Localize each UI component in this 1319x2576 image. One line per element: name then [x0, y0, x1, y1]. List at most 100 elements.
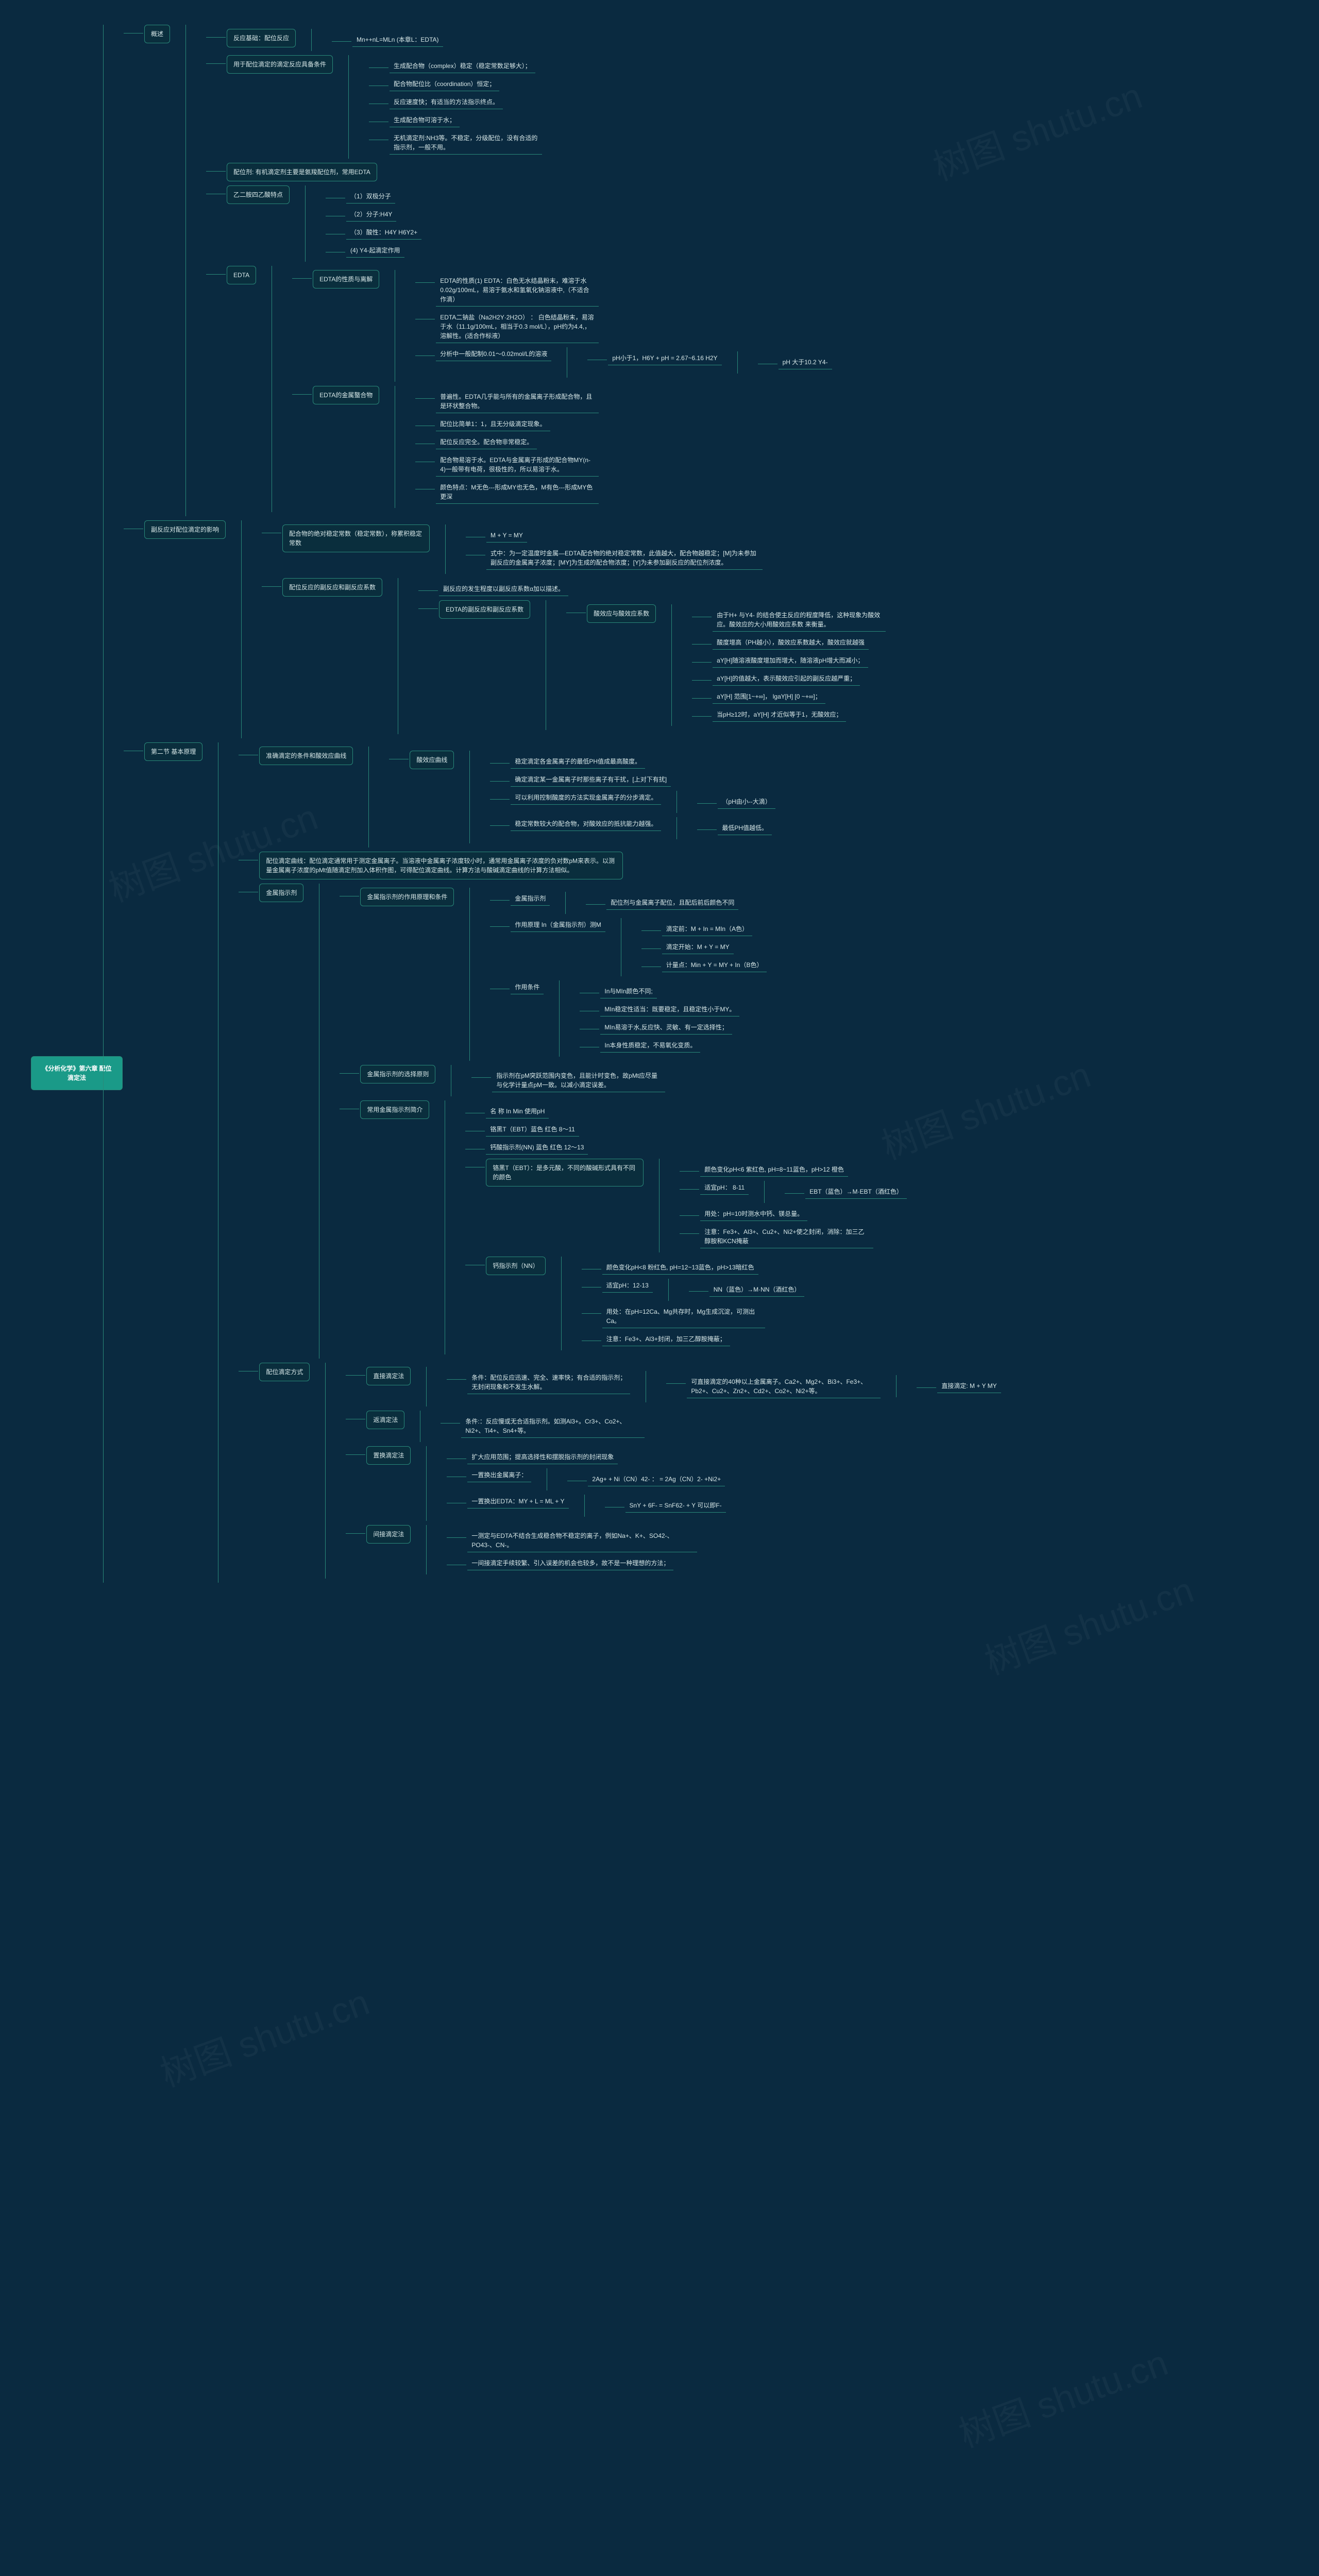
watermark: 树图 shutu.cn — [153, 1974, 376, 2097]
node-ae-4: aY[H]的值越大，表示酸效应引起的副反应越严重； — [713, 672, 860, 686]
watermark: 树图 shutu.cn — [951, 2334, 1174, 2458]
node-mi-ebt[interactable]: 铬黑T（EBT）：是多元酸，不同的酸碱形式具有不同的颜色 — [486, 1159, 644, 1187]
node-ac-3: 可以利用控制酸度的方法实现金属离子的分步滴定。 — [511, 791, 661, 805]
node-cond-3: 反应速度快；有适当的方法指示终点。 — [390, 95, 503, 109]
node-cond-5: 无机滴定剂:NH3等。不稳定，分级配位，没有合适的指示剂，一般不用。 — [390, 131, 542, 155]
node-mi-c1: In与MIn颜色不同; — [600, 985, 656, 998]
node-mln: Mn++nL=MLn (本章L：EDTA) — [352, 33, 443, 47]
node-mi-c4: In本身性质稳定，不易氧化变质。 — [600, 1039, 700, 1053]
node-direct-cond: 条件：配位反应迅速、完全、速率快；有合适的指示剂；无封闭现象和不发生水解。 — [467, 1371, 630, 1394]
node-titration-mode[interactable]: 配位滴定方式 — [259, 1363, 310, 1381]
node-ebt-4: 注意：Fe3+、Al3+、Cu2+、Ni2+使之封闭，消除：加三乙醇胺和KCN掩… — [700, 1225, 873, 1248]
node-direct-ions: 可直接滴定的40种以上金属离子。Ca2+、Mg2+、Bi3+、Fe3+、Pb2+… — [687, 1375, 881, 1398]
node-side-reaction[interactable]: 副反应对配位滴定的影响 — [144, 520, 226, 539]
node-metal-indicator[interactable]: 金属指示剂 — [259, 884, 303, 902]
node-replace-a: 扩大应用范围；提高选择性和摆脱指示剂的封闭现象 — [467, 1450, 618, 1464]
node-ebt-2a: EBT（蓝色）→M·EBT（酒红色） — [805, 1185, 907, 1199]
node-edta-p3a: pH小于1，H6Y + pH = 2.67~6.16 H2Y — [608, 351, 721, 365]
node-edta[interactable]: EDTA — [227, 266, 256, 284]
node-edta-property[interactable]: EDTA的性质与离解 — [313, 270, 379, 289]
node-mi-c: 作用条件 — [511, 980, 544, 994]
node-f2: （2）分子:H4Y — [346, 208, 396, 222]
node-back-cond: 条件:：反应慢或无合适指示剂。如测Al3+。Cr3+、Co2+、Ni2+、Ti4… — [461, 1415, 645, 1438]
node-direct[interactable]: 直接滴定法 — [366, 1367, 411, 1385]
node-mi-select-a: 指示剂在pM突跃范围内变色，且能计时变色，故pMt应尽量与化学计量点pM一致。以… — [492, 1069, 665, 1092]
node-edta-side[interactable]: EDTA的副反应和副反应系数 — [439, 600, 530, 619]
node-ebt-2: 适宜pH： 8-11 — [700, 1181, 749, 1195]
node-ae-5: aY[H] 范围[1~+∞]， lgaY[H] [0 ~+∞]； — [713, 690, 825, 704]
node-ae-2: 酸度增高（PH越小），酸效应系数越大，酸效应就越强 — [713, 636, 869, 650]
node-mi-c2: MIn稳定性适当：既要稳定，且稳定性小于MY。 — [600, 1003, 739, 1016]
node-nn-4: 注意：Fe3+、Al3+封闭，加三乙醇胺掩蔽； — [602, 1332, 730, 1346]
node-indirect-b: 一间接滴定手续较繁、引入误差的机会也较多，故不是一种理想的方法； — [467, 1556, 673, 1570]
node-ebt-3: 用处：pH=10时测水中钙、镁总量。 — [700, 1207, 807, 1221]
node-che-4: 配合物易溶于水。EDTA与金属离子形成的配合物MY(n-4)一般带有电荷，很极性… — [436, 453, 599, 477]
node-f3: （3）酸性：H4Y H6Y2+ — [346, 226, 421, 240]
node-my-expl: 式中：为一定温度时金属—EDTA配合物的绝对稳定常数，此值越大，配合物越稳定；[… — [486, 547, 763, 570]
node-che-1: 普遍性。EDTA几乎能与所有的金属离子形成配合物，且是环状整合物。 — [436, 390, 599, 413]
node-reaction-basis[interactable]: 反应基础：配位反应 — [227, 29, 296, 47]
mindmap-root: 树图 shutu.cn 树图 shutu.cn 树图 shutu.cn 树图 s… — [0, 0, 1319, 62]
node-ac-4a: 最低PH值越低。 — [718, 821, 772, 835]
node-ac-3a: （pH由小--大滴） — [718, 795, 775, 809]
node-acid-curve[interactable]: 酸效应曲线 — [410, 751, 454, 769]
node-direct-eq: 直接滴定: M + Y MY — [937, 1379, 1001, 1393]
node-mi-b: 作用原理 In（金属指示剂）测M — [511, 918, 605, 932]
node-nn-1: 颜色变化pH<8 粉红色, pH=12~13蓝色，pH>13暗红色 — [602, 1261, 758, 1275]
node-overview[interactable]: 概述 — [144, 25, 170, 43]
node-replace-b: 一置换出金属离子： — [467, 1468, 531, 1482]
node-ae-3: aY[H]随溶液酸度增加而增大，随溶液pH增大而减小； — [713, 654, 868, 668]
node-ac-1: 稳定滴定各金属离子的最低PH值成最高酸度。 — [511, 755, 645, 769]
node-f1: （1）双极分子 — [346, 190, 395, 204]
node-cond-4: 生成配合物可溶于水； — [390, 113, 460, 127]
node-cond-2: 配合物配位比（coordination）恒定； — [390, 77, 499, 91]
main-branches: 概述 反应基础：配位反应 Mn++nL=MLn (本章L：EDTA) 用于配位滴… — [103, 25, 1288, 1583]
node-back[interactable]: 返滴定法 — [366, 1411, 404, 1429]
node-titration-curve[interactable]: 配位滴定曲线：配位滴定通常用于测定金属离子。当溶液中金属离子浓度较小时，通常用金… — [259, 852, 623, 879]
node-titration-conditions[interactable]: 用于配位滴定的滴定反应具备条件 — [227, 55, 333, 74]
node-ae-6: 当pH≥12时，aY[H] 才近似等于1，无酸效应； — [713, 708, 846, 722]
node-mi-header: 名 称 In Min 使用pH — [486, 1105, 549, 1118]
branch-section2: 第二节 基本原理 准确滴定的条件和酸效应曲线 酸效应曲线 稳定滴定各金属离子的最… — [124, 742, 1288, 1583]
node-mi-common[interactable]: 常用金属指示剂简介 — [360, 1100, 429, 1119]
node-ae-1: 由于H+ 与Y4- 的结合使主反应的程度降低，这种现象为酸效应。酸效应的大小用酸… — [713, 608, 886, 632]
node-nn-3: 用处：在pH=12Ca、Mg共存时，Mg生成沉淀，可测出Ca。 — [602, 1305, 765, 1328]
node-replace[interactable]: 置换滴定法 — [366, 1446, 411, 1465]
node-mi-nn[interactable]: 钙指示剂（NN） — [486, 1257, 545, 1275]
branch-overview: 概述 反应基础：配位反应 Mn++nL=MLn (本章L：EDTA) 用于配位滴… — [124, 25, 1288, 516]
node-f4: (4) Y4-起滴定作用 — [346, 244, 404, 258]
node-section2[interactable]: 第二节 基本原理 — [144, 742, 202, 761]
node-replace-b-v: 2Ag+ + Ni（CN）42- ： = 2Ag（CN）2- +Ni2+ — [588, 1472, 725, 1486]
node-ligand[interactable]: 配位剂: 有机滴定剂主要是氨羧配位剂，常用EDTA — [227, 163, 377, 181]
node-replace-c: 一置换出EDTA：MY + L = ML + Y — [467, 1495, 568, 1509]
node-mi-a-v: 配位剂与金属离子配位，且配后前后颜色不同 — [606, 896, 738, 910]
node-edta-feature[interactable]: 乙二胺四乙酸特点 — [227, 185, 290, 204]
node-side-coef[interactable]: 配位反应的副反应和副反应系数 — [282, 578, 382, 597]
node-mi-select[interactable]: 金属指示剂的选择原则 — [360, 1065, 435, 1083]
node-alpha-desc: 副反应的发生程度以副反应系数α加以描述。 — [439, 582, 568, 596]
node-my-eq: M + Y = MY — [486, 529, 527, 543]
node-accurate-cond[interactable]: 准确滴定的条件和酸效应曲线 — [259, 747, 353, 765]
node-acid-effect[interactable]: 酸效应与酸效应系数 — [587, 604, 656, 623]
node-edta-chelate[interactable]: EDTA的金属螯合物 — [313, 386, 379, 404]
node-mi-c3: MIn易溶于水,反应快、灵敏、有一定选择性； — [600, 1021, 732, 1035]
node-edta-p3: 分析中一般配制0.01～0.02mol/L的溶液 — [436, 347, 551, 361]
node-nn-2: 适宜pH：12-13 — [602, 1279, 653, 1293]
node-ebt-1: 颜色变化pH<6 紫红色, pH=8~11蓝色，pH>12 橙色 — [700, 1163, 848, 1177]
node-mi-principle[interactable]: 金属指示剂的作用原理和条件 — [360, 888, 454, 906]
node-indirect-a: 一测定与EDTA不结合生成稳合物不稳定的离子，例如Na+、K+、SO42-、PO… — [467, 1529, 697, 1552]
node-indirect[interactable]: 间接滴定法 — [366, 1525, 411, 1544]
node-edta-p3b: pH 大于10.2 Y4- — [779, 355, 832, 369]
node-ac-2: 确定滴定某一金属离子时那些离子有干扰，[上对下有扰] — [511, 773, 671, 787]
node-stability-const[interactable]: 配合物的绝对稳定常数（稳定常数），称累积稳定常数 — [282, 524, 430, 552]
node-mi-nn-row: 钙酸指示剂(NN) 蓝色 红色 12～13 — [486, 1141, 588, 1155]
node-ac-4: 稳定常数较大的配合物，对酸效应的抵抗能力越强。 — [511, 817, 661, 831]
node-nn-2a: NN（蓝色）→M·NN（酒红色） — [709, 1283, 805, 1297]
node-mi-b3: 计量点：Min + Y = MY + In（B色） — [662, 958, 767, 972]
node-che-2: 配位比简单1：1，且无分级滴定现象。 — [436, 417, 550, 431]
node-mi-ebt-row: 铬黑T（EBT）蓝色 红色 8～11 — [486, 1123, 579, 1137]
node-mi-b1: 滴定前：M + In = MIn（A色） — [662, 922, 752, 936]
node-cond-1: 生成配合物（complex）稳定（稳定常数足够大）； — [390, 59, 535, 73]
node-edta-p1: EDTA的性质(1) EDTA：白色无水结晶粉末，难溶于水0.02g/100mL… — [436, 274, 599, 307]
node-mi-a: 金属指示剂 — [511, 892, 550, 906]
